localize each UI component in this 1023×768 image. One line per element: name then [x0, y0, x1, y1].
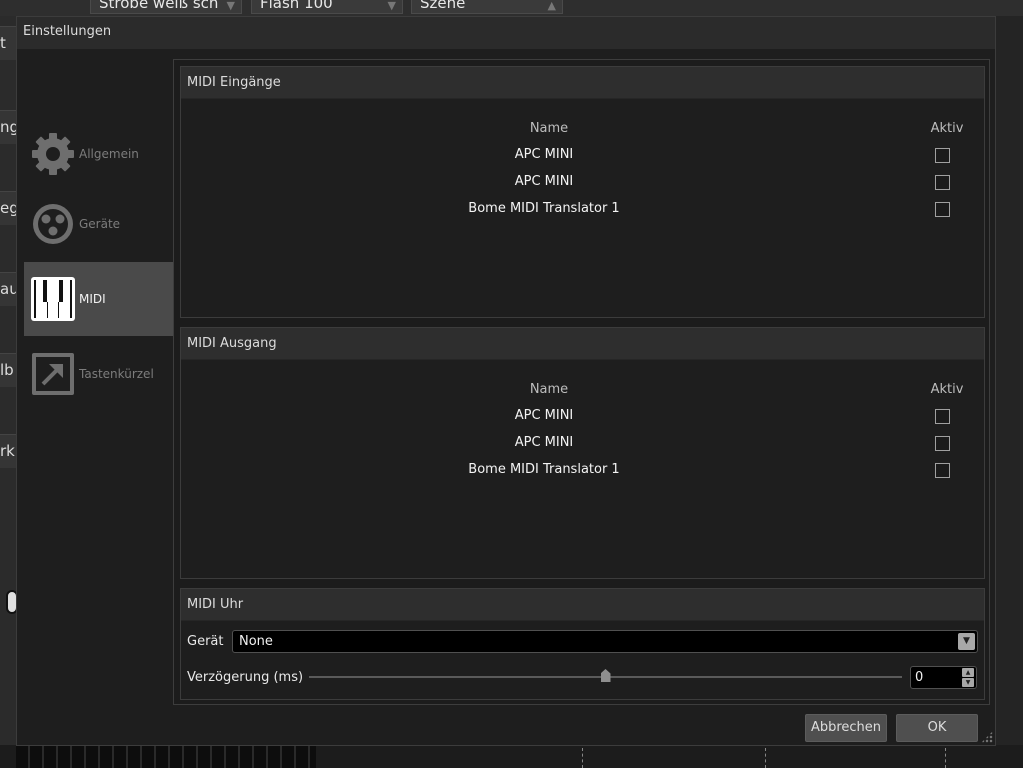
background-keyboard [16, 745, 316, 768]
resize-grip-icon[interactable] [981, 731, 993, 743]
sidebar-item-label: Tastenkürzel [79, 367, 154, 381]
cancel-button[interactable]: Abbrechen [805, 714, 887, 742]
sidebar-item-tastenkuerzel[interactable]: Tastenkürzel [24, 337, 173, 411]
background-left-item-label: egr [0, 199, 16, 217]
chevron-up-icon: ▲ [547, 0, 556, 12]
background-left-item[interactable]: t [0, 26, 16, 60]
background-left-item-label: t [0, 34, 6, 52]
column-header-name[interactable]: Name [181, 121, 917, 136]
sidebar-item-geraete[interactable]: Geräte [24, 187, 173, 261]
output-device-name: APC MINI [514, 435, 574, 450]
background-combo-1[interactable]: Strobe weiß sch ▼ [90, 0, 242, 14]
device-label: Gerät [187, 634, 224, 649]
gear-icon [30, 131, 76, 177]
output-active-checkbox[interactable] [935, 409, 950, 424]
dialog-title: Einstellungen [23, 24, 112, 39]
input-device-name: APC MINI [514, 147, 574, 162]
chevron-down-icon: ▼ [387, 0, 396, 12]
column-header-active[interactable]: Aktiv [923, 382, 971, 397]
background-left-item-label: rki [0, 442, 16, 460]
sidebar-item-label: Geräte [79, 217, 121, 231]
group-header: MIDI Uhr [181, 589, 984, 621]
background-combo-3[interactable]: Szene ▲ [411, 0, 563, 14]
settings-sidebar: Allgemein Geräte MIDI Tastenkürzel [24, 59, 173, 709]
chevron-down-icon: ▼ [226, 0, 235, 12]
background-combo-3-label: Szene [420, 0, 466, 12]
background-left-item[interactable]: egr [0, 191, 16, 225]
chevron-down-icon[interactable]: ▼ [958, 633, 975, 650]
background-left-item-label: lb [0, 361, 14, 379]
background-combo-1-label: Strobe weiß sch [99, 0, 219, 12]
midi-output-group: MIDI Ausgang Name Aktiv APC MINI APC MIN… [180, 327, 985, 579]
input-device-name: Bome MIDI Translator 1 [468, 201, 620, 216]
group-title: MIDI Ausgang [187, 336, 277, 351]
background-left-item[interactable]: ng [0, 110, 16, 144]
output-active-checkbox[interactable] [935, 436, 950, 451]
delay-value: 0 [915, 670, 924, 685]
background-right-panel [996, 16, 1023, 768]
group-title: MIDI Uhr [187, 597, 244, 612]
spin-down-icon[interactable]: ▼ [962, 678, 974, 687]
input-device-name: APC MINI [514, 174, 574, 189]
output-device-name: Bome MIDI Translator 1 [468, 462, 620, 477]
column-header-name[interactable]: Name [181, 382, 917, 397]
sidebar-item-label: MIDI [79, 292, 106, 306]
background-marker-line [945, 748, 946, 768]
delay-label: Verzögerung (ms) [187, 670, 304, 685]
xlr-connector-icon [30, 201, 76, 247]
column-header-active[interactable]: Aktiv [923, 121, 971, 136]
background-left-panel: t ng egr au lb rki [0, 16, 16, 768]
piano-keys-icon [30, 276, 76, 322]
group-header: MIDI Ausgang [181, 328, 984, 360]
background-left-item-label: ng [0, 118, 16, 136]
delay-spinbox[interactable]: 0 ▲ ▼ [910, 666, 977, 689]
dialog-titlebar[interactable]: Einstellungen [17, 17, 995, 49]
input-active-checkbox[interactable] [935, 175, 950, 190]
ok-button[interactable]: OK [896, 714, 978, 742]
settings-content-panel: MIDI Eingänge Name Aktiv APC MINI APC MI… [173, 59, 990, 705]
background-combo-2-label: Flash 100 [260, 0, 333, 12]
clock-device-value: None [239, 634, 273, 649]
background-combo-2[interactable]: Flash 100 ▼ [251, 0, 403, 14]
clock-device-select[interactable]: None ▼ [232, 630, 978, 653]
group-header: MIDI Eingänge [181, 67, 984, 99]
background-left-item[interactable]: au [0, 272, 16, 306]
delay-slider-handle[interactable] [600, 669, 611, 682]
background-left-item[interactable]: lb [0, 353, 16, 387]
sidebar-item-midi[interactable]: MIDI [24, 262, 173, 336]
shortcut-arrow-icon [30, 351, 76, 397]
spin-up-icon[interactable]: ▲ [962, 668, 974, 677]
background-marker-line [582, 748, 583, 768]
background-left-item[interactable]: rki [0, 434, 16, 468]
background-marker-line [765, 748, 766, 768]
output-active-checkbox[interactable] [935, 463, 950, 478]
midi-clock-group: MIDI Uhr Gerät None ▼ Verzögerung (ms) 0… [180, 588, 985, 700]
input-active-checkbox[interactable] [935, 148, 950, 163]
midi-inputs-group: MIDI Eingänge Name Aktiv APC MINI APC MI… [180, 66, 985, 318]
input-active-checkbox[interactable] [935, 202, 950, 217]
settings-dialog: Einstellungen Allgemein Geräte MIDI Tast… [16, 16, 996, 746]
background-left-item-label: au [0, 280, 16, 298]
sidebar-item-label: Allgemein [79, 147, 139, 161]
sidebar-item-allgemein[interactable]: Allgemein [24, 117, 173, 191]
output-device-name: APC MINI [514, 408, 574, 423]
group-title: MIDI Eingänge [187, 75, 281, 90]
